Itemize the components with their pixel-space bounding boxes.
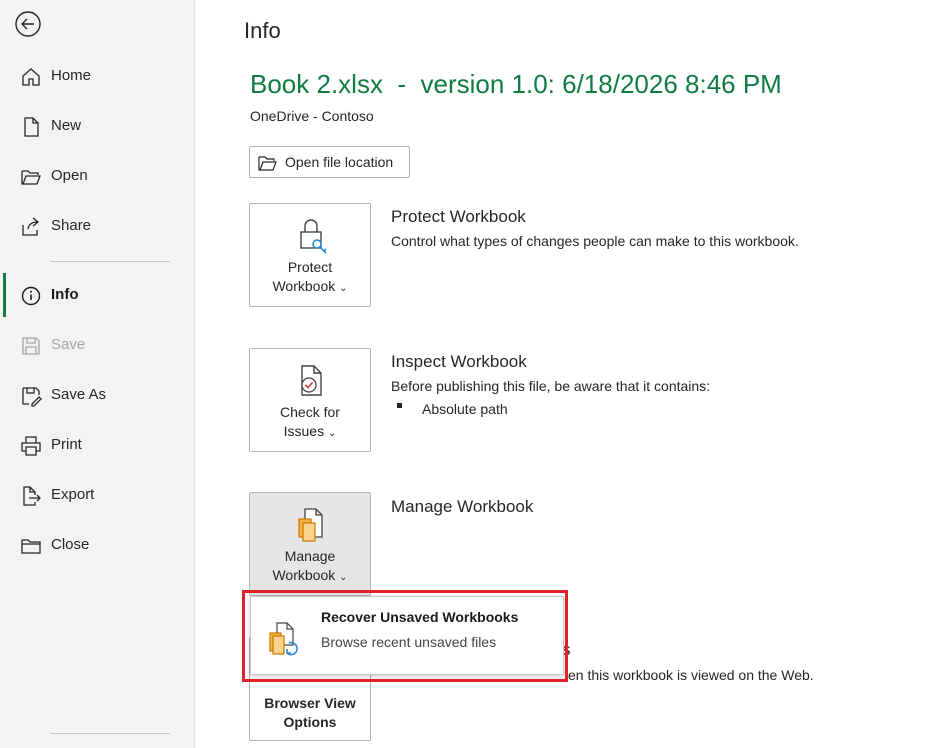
nav-item-save[interactable]: Save	[0, 325, 194, 365]
bullet-marker	[397, 403, 402, 408]
nav-label-save: Save	[51, 336, 86, 353]
nav-item-new[interactable]: New	[0, 106, 194, 146]
nav-item-info[interactable]: Info	[0, 275, 194, 315]
inspect-workbook-title: Inspect Workbook	[391, 352, 527, 371]
browser-view-line1: Browser View	[264, 695, 356, 711]
recover-documents-icon	[267, 621, 305, 659]
nav-label-print: Print	[51, 436, 82, 453]
backstage-sidebar: Home New Open Share Info Save Save As Pr…	[0, 0, 195, 748]
new-document-icon	[20, 116, 42, 138]
browser-view-description-partial: en this workbook is viewed on the Web.	[568, 667, 814, 683]
manage-button-line1: Manage	[284, 548, 336, 564]
export-icon	[20, 485, 42, 507]
sidebar-bottom-divider	[50, 733, 170, 734]
document-check-icon	[291, 361, 331, 401]
protect-workbook-title: Protect Workbook	[391, 207, 526, 226]
recover-unsaved-title: Recover Unsaved Workbooks	[321, 609, 519, 625]
open-file-location-label: Open file location	[285, 154, 394, 170]
nav-label-new: New	[51, 117, 82, 134]
check-issues-line1: Check for	[280, 404, 340, 420]
manage-button-line2: Workbook	[272, 567, 336, 583]
nav-item-print[interactable]: Print	[0, 425, 194, 465]
nav-item-export[interactable]: Export	[0, 475, 194, 515]
manage-workbook-button[interactable]: Manage Workbook ⌄	[249, 492, 371, 596]
check-issues-line2: Issues	[283, 423, 325, 439]
open-folder-icon	[20, 166, 42, 188]
save-icon	[20, 335, 42, 357]
lock-key-icon	[291, 216, 331, 256]
nav-item-save-as[interactable]: Save As	[0, 375, 194, 415]
nav-label-share: Share	[51, 217, 92, 234]
protect-workbook-button[interactable]: Protect Workbook ⌄	[249, 203, 371, 307]
nav-item-home[interactable]: Home	[0, 56, 194, 96]
chevron-down-icon: ⌄	[339, 283, 348, 294]
nav-label-save-as: Save As	[51, 386, 107, 403]
back-arrow-icon[interactable]	[14, 10, 42, 38]
nav-label-open: Open	[51, 167, 88, 184]
file-location: OneDrive - Contoso	[250, 108, 374, 124]
close-folder-icon	[20, 535, 42, 557]
inspect-workbook-description: Before publishing this file, be aware th…	[391, 378, 711, 394]
print-icon	[20, 435, 42, 457]
sidebar-divider	[50, 261, 170, 262]
recover-unsaved-workbooks-menu-item[interactable]: Recover Unsaved Workbooks Browse recent …	[250, 596, 564, 675]
nav-label-info: Info	[51, 286, 79, 303]
nav-item-share[interactable]: Share	[0, 206, 194, 246]
recover-unsaved-description: Browse recent unsaved files	[321, 634, 497, 650]
nav-label-home: Home	[51, 67, 92, 84]
manage-workbook-title: Manage Workbook	[391, 497, 534, 516]
folder-open-icon	[258, 154, 278, 172]
share-icon	[20, 216, 42, 238]
nav-item-close[interactable]: Close	[0, 525, 194, 565]
nav-item-open[interactable]: Open	[0, 156, 194, 196]
protect-button-line2: Workbook	[272, 278, 336, 294]
file-version-heading: Book 2.xlsx - version 1.0: 6/18/2026 8:4…	[250, 69, 782, 99]
protect-button-line1: Protect	[287, 259, 333, 275]
inspect-bullet-absolute-path: Absolute path	[422, 401, 508, 417]
save-as-icon	[20, 385, 42, 407]
info-icon	[20, 285, 42, 307]
browser-view-line2: Options	[283, 714, 337, 730]
check-for-issues-button[interactable]: Check for Issues ⌄	[249, 348, 371, 452]
home-icon	[20, 66, 42, 88]
manage-documents-icon	[291, 505, 331, 545]
page-title: Info	[244, 18, 281, 43]
protect-workbook-description: Control what types of changes people can…	[391, 233, 799, 249]
chevron-down-icon: ⌄	[339, 572, 348, 583]
open-file-location-button[interactable]: Open file location	[249, 146, 410, 178]
nav-label-close: Close	[51, 536, 90, 553]
chevron-down-icon: ⌄	[327, 428, 337, 439]
nav-label-export: Export	[51, 486, 95, 503]
